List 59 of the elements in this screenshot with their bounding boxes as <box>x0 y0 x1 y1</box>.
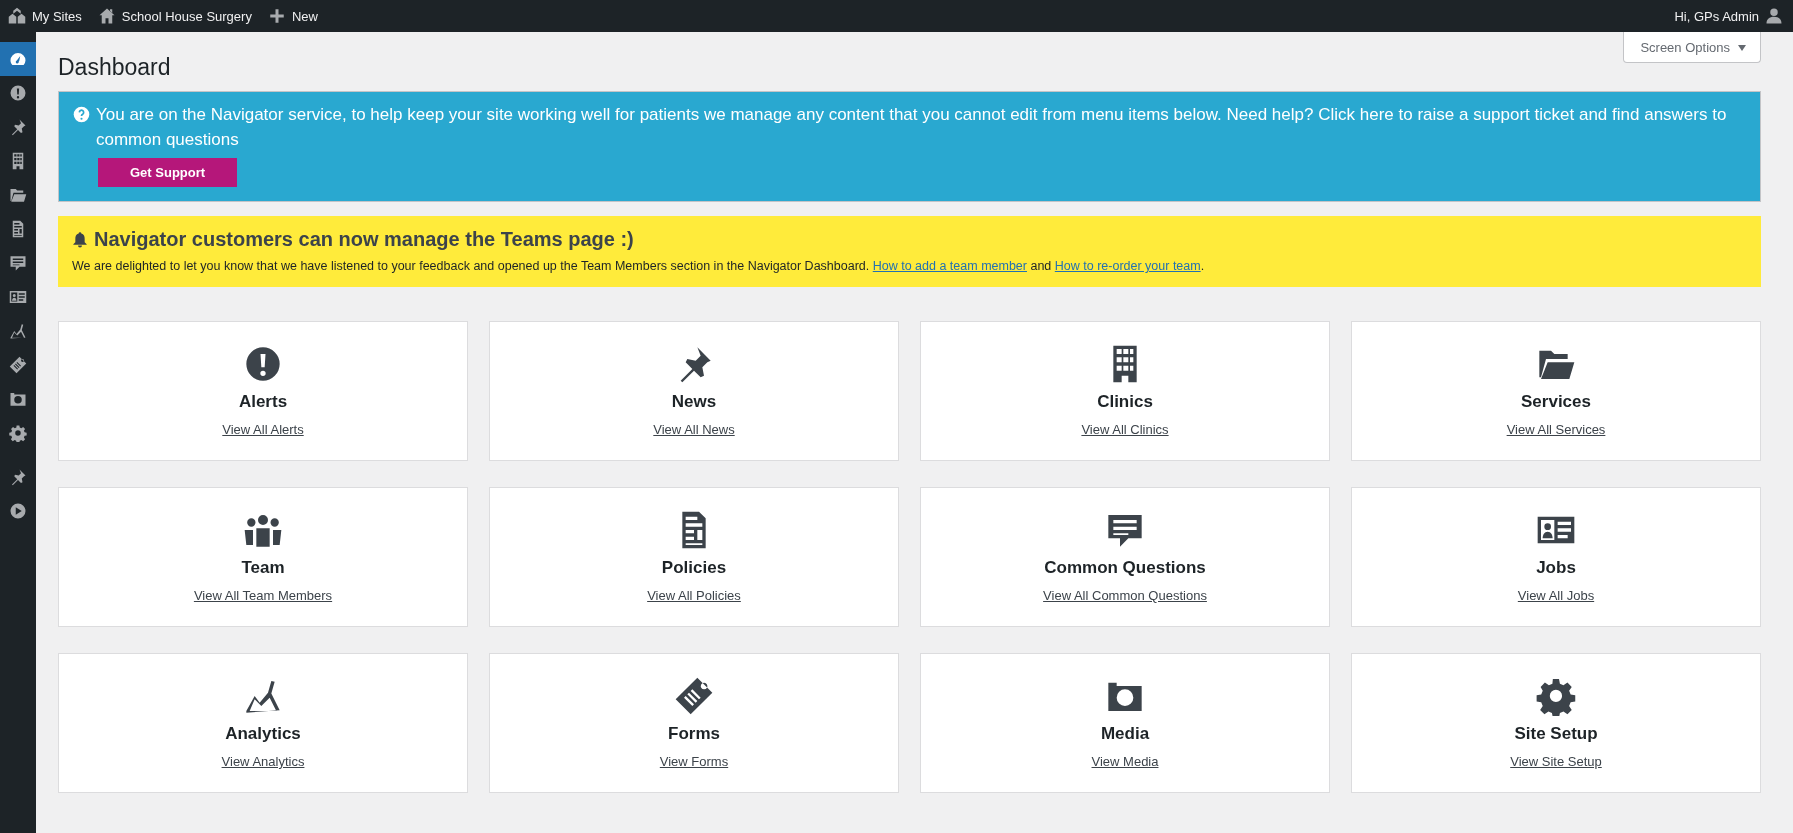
pushpin-icon <box>9 118 27 136</box>
home-icon <box>97 7 116 25</box>
toolbar-link[interactable]: New <box>267 7 318 25</box>
account-menu[interactable]: Hi, GPs Admin <box>1674 7 1783 25</box>
help-link[interactable]: How to re-order your team <box>1054 259 1201 273</box>
card-title: Services <box>1521 392 1591 412</box>
card-title: Forms <box>668 724 720 744</box>
card-title: News <box>671 392 717 412</box>
card-link[interactable]: View Site Setup <box>1510 754 1602 769</box>
card-link[interactable]: View Forms <box>659 754 729 769</box>
card-link[interactable]: View Media <box>1091 754 1159 769</box>
card-link[interactable]: View All Jobs <box>1517 588 1595 603</box>
exclamation-icon <box>9 84 27 102</box>
bell-icon <box>72 231 88 248</box>
card-link[interactable]: View All Alerts <box>222 422 304 437</box>
card-title: Common Questions <box>1044 558 1206 578</box>
speech-bubble-icon <box>9 254 27 272</box>
question-icon <box>73 106 90 123</box>
pushpin-icon <box>9 468 27 486</box>
card-link[interactable]: View All Team Members <box>193 588 333 603</box>
support-message: You are on the Navigator service, to help keep your site working well for patients we manage any content that you cannot edit from menu items below. Need help? Click here to raise a support ticket and find answers to common questions <box>96 104 1728 151</box>
card-link[interactable]: View All Clinics <box>1081 422 1169 437</box>
card-title: Site Setup <box>1514 724 1598 744</box>
screen-options-button[interactable]: Screen Options <box>1623 32 1761 63</box>
card-title: Analytics <box>225 724 301 744</box>
card-link[interactable]: View All Policies <box>647 588 741 603</box>
card-link[interactable]: View All Services <box>1506 422 1606 437</box>
id-card-icon <box>9 288 27 306</box>
settings-icon <box>1536 676 1576 716</box>
settings-icon <box>9 424 27 442</box>
notice-heading: Navigator customers can now manage the Teams page :) <box>94 228 634 251</box>
card-title: Team <box>241 558 285 578</box>
folder-icon <box>9 186 27 204</box>
card-title: Jobs <box>1536 558 1576 578</box>
houses-icon <box>8 7 26 25</box>
card-title: Media <box>1100 724 1150 744</box>
card-link[interactable]: View All News <box>653 422 735 437</box>
plus-icon <box>267 7 286 25</box>
tag-icon <box>674 676 714 716</box>
card-title: Policies <box>661 558 727 578</box>
camera-icon <box>9 390 27 408</box>
page-title: Dashboard <box>58 54 171 81</box>
play-icon <box>9 502 27 520</box>
toolbar-link[interactable]: School House Surgery <box>97 7 252 25</box>
exclamation-icon <box>243 344 283 384</box>
notice-message: We are delighted to let you know that we have listened to your feedback and opened up the Team Members section in the Navigator Dashboard. How to add a team member and How to re-order your team. <box>72 259 1206 273</box>
get-support-button[interactable]: Get Support <box>98 158 238 187</box>
sidebar-item[interactable] <box>0 42 36 76</box>
user-icon <box>1765 7 1783 25</box>
dashboard-icon <box>9 50 27 68</box>
help-link[interactable]: How to add a team member <box>872 259 1027 273</box>
card-link[interactable]: View Analytics <box>221 754 305 769</box>
card-title: Clinics <box>1097 392 1153 412</box>
card-link[interactable]: View All Common Questions <box>1043 588 1207 603</box>
toolbar-link[interactable]: My Sites <box>8 7 82 25</box>
card-title: Alerts <box>238 392 288 412</box>
tag-icon <box>9 356 27 374</box>
caret-icon <box>1738 44 1746 51</box>
line-chart-icon <box>9 322 27 340</box>
